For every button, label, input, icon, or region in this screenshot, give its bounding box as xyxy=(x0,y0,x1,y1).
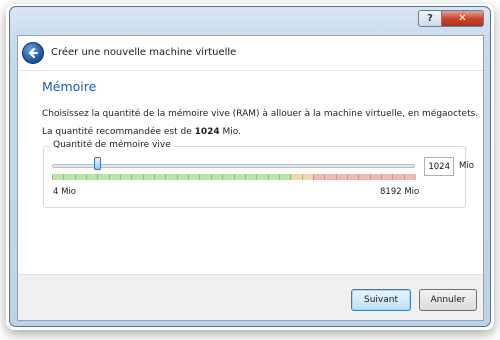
scale-tick xyxy=(380,174,382,180)
scale-tick xyxy=(154,174,156,180)
scale-tick xyxy=(335,174,337,180)
scale-tick xyxy=(142,174,144,180)
window-buttons: ? ✕ xyxy=(418,10,484,27)
scale-tick xyxy=(256,174,258,180)
recommendation-suffix: Mio. xyxy=(219,127,242,137)
memory-scale-ticks xyxy=(52,174,416,180)
scale-tick xyxy=(301,174,303,180)
scale-tick xyxy=(290,174,292,180)
memory-group-label: Quantité de mémoire vive xyxy=(50,140,174,150)
scale-tick xyxy=(324,174,326,180)
scale-tick xyxy=(120,174,122,180)
recommended-value: 1024 xyxy=(194,127,220,137)
back-button[interactable] xyxy=(22,42,44,64)
scale-tick xyxy=(346,174,348,180)
max-label: 8192 Mio xyxy=(380,187,420,197)
scale-tick xyxy=(233,174,235,180)
scale-tick xyxy=(278,174,280,180)
memory-unit-label: Mio xyxy=(459,161,474,171)
next-button[interactable]: Suivant xyxy=(351,289,411,311)
scale-tick xyxy=(97,174,99,180)
scale-tick xyxy=(86,174,88,180)
scale-tick xyxy=(267,174,269,180)
section-title: Mémoire xyxy=(42,79,97,94)
scale-tick xyxy=(312,174,314,180)
memory-slider-thumb[interactable] xyxy=(94,157,102,170)
scale-tick xyxy=(63,174,65,180)
scale-tick xyxy=(52,174,53,180)
memory-value-input[interactable] xyxy=(424,157,454,176)
recommendation-text: La quantité recommandée est de 1024 Mio. xyxy=(42,127,241,137)
scale-tick xyxy=(188,174,190,180)
help-button[interactable]: ? xyxy=(418,10,442,27)
memory-group: Quantité de mémoire vive 4 Mio 8192 Mio … xyxy=(43,140,474,208)
memory-slider-track[interactable] xyxy=(52,164,415,168)
scale-tick xyxy=(244,174,246,180)
scale-tick xyxy=(199,174,201,180)
wizard-header: Créer une nouvelle machine virtuelle xyxy=(18,36,483,70)
scale-tick xyxy=(369,174,371,180)
scale-tick xyxy=(415,174,416,180)
dialog-client: Créer une nouvelle machine virtuelle Mém… xyxy=(17,35,484,321)
back-arrow-icon xyxy=(29,48,38,58)
wizard-footer: Suivant Annuler xyxy=(18,274,483,320)
scale-tick xyxy=(176,174,178,180)
scale-tick xyxy=(392,174,394,180)
wizard-content: Mémoire Choisissez la quantité de la mém… xyxy=(18,70,483,274)
scale-tick xyxy=(74,174,76,180)
scale-tick xyxy=(165,174,167,180)
cancel-button[interactable]: Annuler xyxy=(419,289,477,311)
title-bar[interactable]: ? ✕ xyxy=(10,7,490,35)
min-label: 4 Mio xyxy=(53,187,77,197)
recommendation-prefix: La quantité recommandée est de xyxy=(42,127,195,137)
scale-tick xyxy=(358,174,360,180)
close-button[interactable]: ✕ xyxy=(442,10,484,27)
scale-tick xyxy=(403,174,405,180)
scale-tick xyxy=(210,174,212,180)
scale-tick xyxy=(222,174,224,180)
scale-tick xyxy=(108,174,110,180)
description-text: Choisissez la quantité de la mémoire viv… xyxy=(42,109,479,119)
dialog-window: ? ✕ Créer une nouvelle machine virtuelle… xyxy=(9,6,491,327)
wizard-title: Créer une nouvelle machine virtuelle xyxy=(51,47,237,58)
scale-tick xyxy=(131,174,133,180)
